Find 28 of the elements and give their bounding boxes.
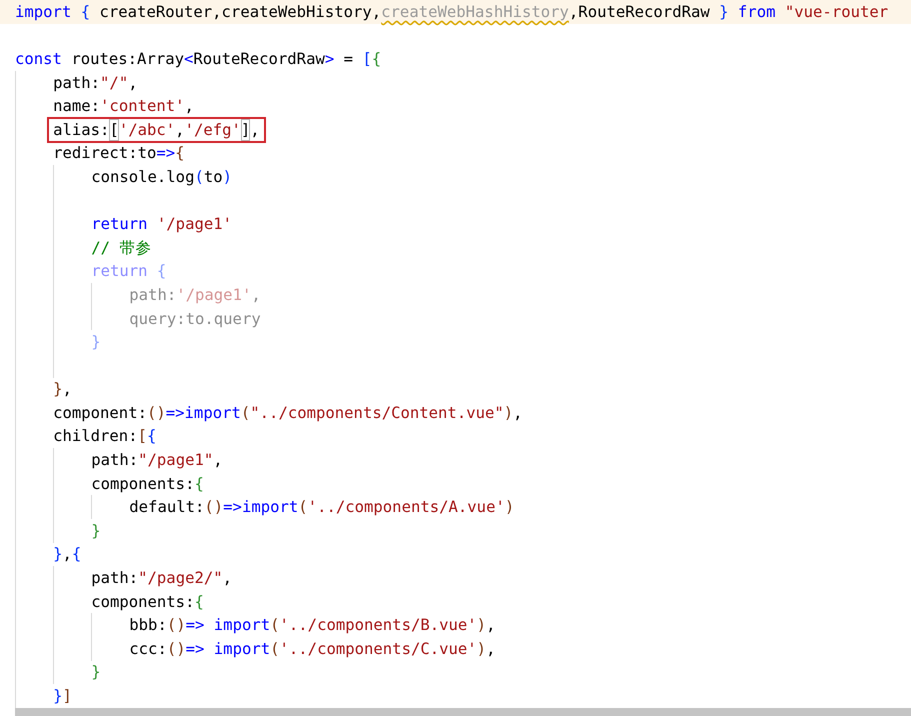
code-line: import { createRouter,createWebHistory,createWebHashHistory,RouteRecordRaw } from "vue-router (15, 2, 888, 23)
code-line: // 带参 (91, 238, 152, 259)
code-line: path:'/page1', (129, 284, 261, 306)
highlighted-code-line: alias:['/abc','/efg'], (49, 118, 264, 141)
code-line: default:()=>import('../components/A.vue') (129, 497, 514, 518)
code-line: return { (91, 261, 166, 282)
code-line: name:'content', (53, 96, 194, 118)
code-line: },{ (53, 544, 82, 566)
code-line: const routes:Array<RouteRecordRaw> = [{ (15, 48, 382, 70)
code-line: }] (53, 686, 72, 708)
code-line: component:()=>import("../components/Content.vue"), (53, 402, 523, 424)
code-line: ccc:()=> import('../components/C.vue'), (129, 638, 496, 660)
code-line: redirect:to=>{ (53, 143, 185, 164)
code-line: bbb:()=> import('../components/B.vue'), (129, 615, 496, 636)
code-line: components:{ (91, 592, 204, 613)
code-line: query:to.query (129, 308, 261, 330)
code-line: } (91, 662, 101, 684)
code-line: return '/page1' (91, 214, 232, 236)
code-line: path:"/page1", (91, 450, 223, 472)
code-line: path:"/", (53, 72, 138, 94)
code-line: children:[{ (53, 426, 156, 448)
code-line: } (91, 332, 101, 354)
horizontal-scrollbar[interactable] (15, 708, 911, 716)
code-line: }, (53, 379, 72, 400)
code-line: console.log(to) (91, 166, 232, 188)
code-line: components:{ (91, 474, 204, 495)
code-line: path:"/page2/", (91, 568, 232, 590)
code-line: } (91, 520, 101, 542)
